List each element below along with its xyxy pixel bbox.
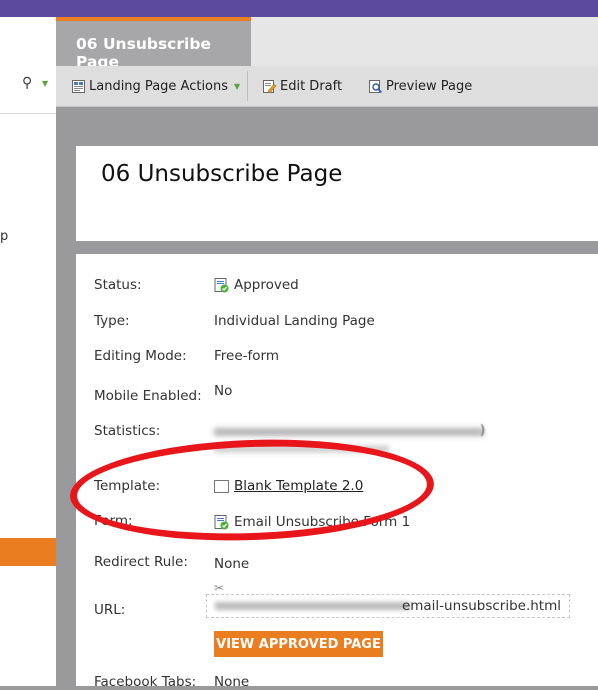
- landing-page-actions-label: Landing Page Actions: [89, 78, 229, 94]
- view-approved-page-button[interactable]: VIEW APPROVED PAGE: [214, 631, 383, 657]
- top-brand-bar: [0, 0, 598, 17]
- redirect-rule-value: None: [214, 556, 250, 572]
- status-value: Approved: [214, 277, 299, 293]
- mobile-enabled-value: No: [214, 383, 233, 399]
- redirect-rule-label: Redirect Rule:: [94, 554, 188, 570]
- page-title: 06 Unsubscribe Page: [101, 161, 343, 187]
- status-text: Approved: [234, 277, 299, 293]
- chevron-down-icon[interactable]: ▼: [42, 79, 48, 88]
- redacted-line: [214, 446, 389, 452]
- url-field[interactable]: email-unsubscribe.html: [206, 594, 570, 618]
- facebook-tabs-value: None: [214, 674, 250, 690]
- url-label: URL:: [94, 602, 126, 618]
- template-value: Blank Template 2.0: [214, 478, 363, 494]
- chevron-down-icon: ▼: [234, 81, 241, 91]
- url-redacted: [215, 602, 410, 610]
- status-label: Status:: [94, 277, 142, 293]
- preview-icon: [369, 79, 382, 93]
- form-icon: [214, 514, 229, 529]
- editing-mode-value: Free-form: [214, 348, 279, 364]
- type-label: Type:: [94, 313, 130, 329]
- facebook-tabs-label: Facebook Tabs:: [94, 674, 197, 690]
- template-link[interactable]: Blank Template 2.0: [234, 478, 363, 494]
- editing-mode-label: Editing Mode:: [94, 348, 187, 364]
- toolbar: Landing Page Actions ▼ Edit Draft Previe…: [56, 66, 598, 107]
- form-label: Form:: [94, 513, 133, 529]
- landing-page-actions-button[interactable]: Landing Page Actions ▼: [72, 66, 240, 106]
- preview-page-button[interactable]: Preview Page: [369, 66, 472, 106]
- edit-icon: [263, 79, 276, 93]
- page-header-card: 06 Unsubscribe Page: [76, 146, 598, 241]
- filter-icon[interactable]: ⚲: [22, 75, 32, 91]
- mobile-enabled-label: Mobile Enabled:: [94, 388, 202, 404]
- template-label: Template:: [94, 478, 161, 494]
- approved-icon: [214, 277, 229, 292]
- statistics-label: Statistics:: [94, 423, 161, 439]
- selected-tree-item[interactable]: [0, 538, 56, 566]
- type-value: Individual Landing Page: [214, 313, 375, 329]
- divider: [0, 113, 56, 114]
- edit-draft-label: Edit Draft: [280, 78, 343, 94]
- edit-draft-button[interactable]: Edit Draft: [263, 66, 342, 106]
- template-page-icon: [214, 479, 229, 493]
- statistics-visible-char: ): [480, 423, 486, 438]
- form-value: Email Unsubscribe Form 1: [214, 514, 410, 530]
- form-link[interactable]: Email Unsubscribe Form 1: [234, 514, 410, 530]
- left-panel: ⚲ ▼ p: [0, 17, 56, 686]
- statistics-value-redacted: ): [214, 423, 496, 458]
- toolbar-divider: [247, 71, 248, 101]
- scissors-icon: ✂: [214, 581, 225, 595]
- redacted-line: [214, 428, 484, 436]
- tab-unsubscribe-page[interactable]: 06 Unsubscribe Page: [56, 17, 251, 71]
- url-text: email-unsubscribe.html: [401, 598, 561, 614]
- details-card: Status: Approved Type: Individual Landin…: [76, 254, 598, 690]
- tab-bar: 06 Unsubscribe Page: [56, 17, 598, 71]
- page-actions-icon: [72, 79, 85, 93]
- preview-page-label: Preview Page: [386, 78, 473, 94]
- partial-text: p: [0, 229, 9, 244]
